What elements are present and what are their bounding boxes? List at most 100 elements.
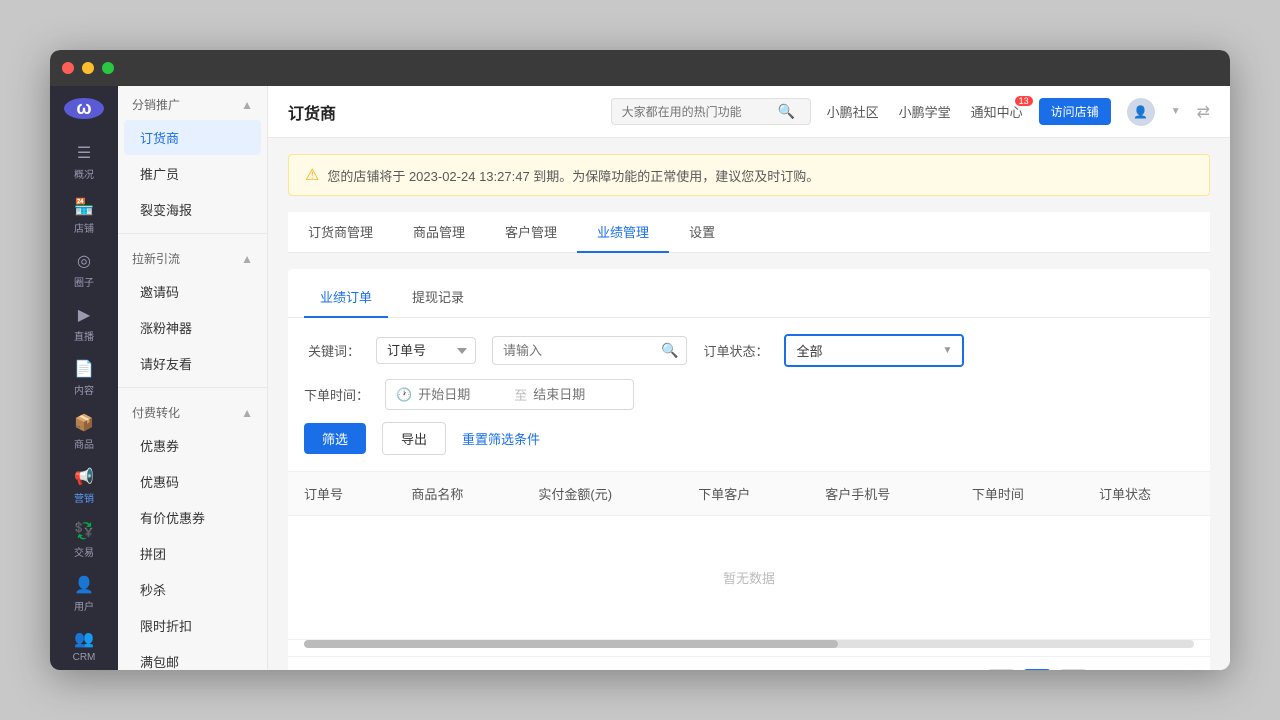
menu-item-fans-booster[interactable]: 涨粉神器 xyxy=(124,310,261,345)
menu-item-value-coupon[interactable]: 有价优惠券 xyxy=(124,500,261,535)
menu-item-time-discount[interactable]: 限时折扣 xyxy=(124,608,261,643)
sidebar-label-marketing: 营销 xyxy=(74,490,94,505)
prev-page-button[interactable]: ‹ xyxy=(987,669,1015,670)
global-search[interactable]: 🔍 xyxy=(611,98,811,125)
close-dot[interactable] xyxy=(62,62,74,74)
sidebar-item-circle[interactable]: ◎ 圈子 xyxy=(50,243,118,297)
data-table: 订单号 商品名称 实付金额(元) 下单客户 客户手机号 下单时间 订单状态 xyxy=(288,472,1210,640)
filter-row-buttons: 筛选 导出 重置筛选条件 xyxy=(304,422,1194,455)
date-end-input[interactable] xyxy=(533,387,623,402)
col-paid-amount: 实付金额(元) xyxy=(522,472,682,516)
circle-icon: ◎ xyxy=(77,251,91,271)
menu-item-flash-sale[interactable]: 秒杀 xyxy=(124,572,261,607)
filter-row-keyword: 关键词： 订单号客户名称手机号 🔍 订单状态： 全部 ▼ xyxy=(304,334,1194,367)
menu-item-invite-code[interactable]: 邀请码 xyxy=(124,274,261,309)
menu-item-orders[interactable]: 订货商 xyxy=(124,120,261,155)
sidebar-label-content: 内容 xyxy=(74,382,94,397)
sidebar-item-crm[interactable]: 👥 CRM xyxy=(50,621,118,670)
menu-section-header-laxin: 拉新引流 ▲ xyxy=(118,240,267,273)
sidebar-item-live[interactable]: ▶ 直播 xyxy=(50,297,118,351)
tab-customer-management[interactable]: 客户管理 xyxy=(485,212,577,253)
menu-item-invite-friend[interactable]: 请好友看 xyxy=(124,346,261,381)
main-tabs: 订货商管理 商品管理 客户管理 业绩管理 设置 xyxy=(288,212,1210,253)
scrollbar-thumb[interactable] xyxy=(304,640,838,648)
chevron-down-icon[interactable]: ▼ xyxy=(1171,106,1181,117)
minimize-dot[interactable] xyxy=(82,62,94,74)
tab-orders-management[interactable]: 订货商管理 xyxy=(288,212,393,253)
export-button[interactable]: 导出 xyxy=(382,422,446,455)
tab-goods-management[interactable]: 商品管理 xyxy=(393,212,485,253)
status-selected-value: 全部 xyxy=(796,341,934,360)
menu-item-group-buy[interactable]: 拼团 xyxy=(124,536,261,571)
sidebar-item-marketing[interactable]: 📢 营销 xyxy=(50,459,118,513)
sidebar-item-overview[interactable]: ☰ 概况 xyxy=(50,135,118,189)
menu-item-coupon[interactable]: 优惠券 xyxy=(124,428,261,463)
date-range-picker[interactable]: 🕐 至 xyxy=(385,379,634,410)
academy-link[interactable]: 小鹏学堂 xyxy=(899,102,951,121)
search-input-icon[interactable]: 🔍 xyxy=(653,337,686,364)
keyword-input[interactable] xyxy=(493,338,653,363)
menu-item-free-shipping[interactable]: 满包邮 xyxy=(124,644,261,670)
sidebar-menu: 分销推广 ▲ 订货商 推广员 裂变海报 拉新引流 ▲ 邀请码 涨粉神器 请好友看… xyxy=(118,86,268,670)
table-header-row: 订单号 商品名称 实付金额(元) 下单客户 客户手机号 下单时间 订单状态 xyxy=(288,472,1210,516)
sidebar-item-user[interactable]: 👤 用户 xyxy=(50,567,118,621)
horizontal-scrollbar[interactable] xyxy=(304,640,1194,648)
store-icon: 🏪 xyxy=(74,197,94,217)
col-order-no: 订单号 xyxy=(288,472,395,516)
avatar[interactable]: 👤 xyxy=(1127,98,1155,126)
sidebar-item-goods[interactable]: 📦 商品 xyxy=(50,405,118,459)
date-start-input[interactable] xyxy=(418,387,508,402)
status-chevron-icon: ▼ xyxy=(943,345,953,356)
pagination-bar: 共0条，每页 10 条20 条50 条100 条 ‹ 1 › 跳至 页 xyxy=(288,656,1210,670)
sidebar-item-trade[interactable]: 💱 交易 xyxy=(50,513,118,567)
warning-banner: ⚠ 您的店铺将于 2023-02-24 13:27:47 到期。为保障功能的正常… xyxy=(288,154,1210,196)
notification-badge: 13 xyxy=(1015,96,1033,106)
maximize-dot[interactable] xyxy=(102,62,114,74)
col-goods-name: 商品名称 xyxy=(395,472,522,516)
sub-tab-withdrawal-records[interactable]: 提现记录 xyxy=(396,281,480,318)
menu-collapse-icon[interactable]: ▲ xyxy=(241,98,253,112)
global-search-input[interactable] xyxy=(622,105,772,119)
visit-store-button[interactable]: 访问店铺 xyxy=(1039,98,1111,125)
page-title: 订货商 xyxy=(288,100,336,124)
menu-collapse-laxin-icon[interactable]: ▲ xyxy=(241,252,253,266)
notification-link[interactable]: 通知中心 13 xyxy=(971,102,1023,121)
sidebar-label-user: 用户 xyxy=(74,598,94,613)
col-order-time: 下单时间 xyxy=(956,472,1083,516)
filter-status-label: 订单状态： xyxy=(703,341,768,360)
next-page-button[interactable]: › xyxy=(1059,669,1087,670)
layout-switch-icon[interactable]: ⇄ xyxy=(1197,102,1210,122)
marketing-icon: 📢 xyxy=(74,467,94,487)
sidebar-item-store[interactable]: 🏪 店铺 xyxy=(50,189,118,243)
sidebar-label-crm: CRM xyxy=(73,652,96,663)
keyword-type-select[interactable]: 订单号客户名称手机号 xyxy=(376,337,476,364)
community-link[interactable]: 小鹏社区 xyxy=(827,102,879,121)
menu-collapse-fuzhuan-icon[interactable]: ▲ xyxy=(241,406,253,420)
col-order-status: 订单状态 xyxy=(1083,472,1210,516)
content-area: ⚠ 您的店铺将于 2023-02-24 13:27:47 到期。为保障功能的正常… xyxy=(268,138,1230,670)
titlebar xyxy=(50,50,1230,86)
live-icon: ▶ xyxy=(78,305,90,325)
sidebar-label-overview: 概况 xyxy=(74,166,94,181)
menu-item-promoters[interactable]: 推广员 xyxy=(124,156,261,191)
header-links: 小鹏社区 小鹏学堂 通知中心 13 xyxy=(827,102,1023,121)
tab-settings[interactable]: 设置 xyxy=(669,212,735,253)
reset-button[interactable]: 重置筛选条件 xyxy=(462,429,540,448)
sidebar-item-content[interactable]: 📄 内容 xyxy=(50,351,118,405)
top-header: 订货商 🔍 小鹏社区 小鹏学堂 通知中心 13 访问店铺 👤 ▼ ⇄ xyxy=(268,86,1230,138)
menu-section-label-fensao: 分销推广 xyxy=(132,96,180,113)
menu-item-coupon-code[interactable]: 优惠码 xyxy=(124,464,261,499)
col-customer: 下单客户 xyxy=(682,472,809,516)
warning-icon: ⚠ xyxy=(305,165,319,185)
menu-section-header-fensao: 分销推广 ▲ xyxy=(118,86,267,119)
status-select-box[interactable]: 全部 ▼ xyxy=(784,334,964,367)
sub-tab-performance-orders[interactable]: 业绩订单 xyxy=(304,281,388,318)
menu-item-viral-poster[interactable]: 裂变海报 xyxy=(124,192,261,227)
tab-performance-management[interactable]: 业绩管理 xyxy=(577,212,669,253)
filter-button[interactable]: 筛选 xyxy=(304,423,366,454)
search-icon[interactable]: 🔍 xyxy=(778,103,795,120)
empty-row: 暂无数据 xyxy=(288,516,1210,640)
crm-icon: 👥 xyxy=(74,629,94,649)
page-1-button[interactable]: 1 xyxy=(1023,669,1051,670)
sidebar-label-trade: 交易 xyxy=(74,544,94,559)
